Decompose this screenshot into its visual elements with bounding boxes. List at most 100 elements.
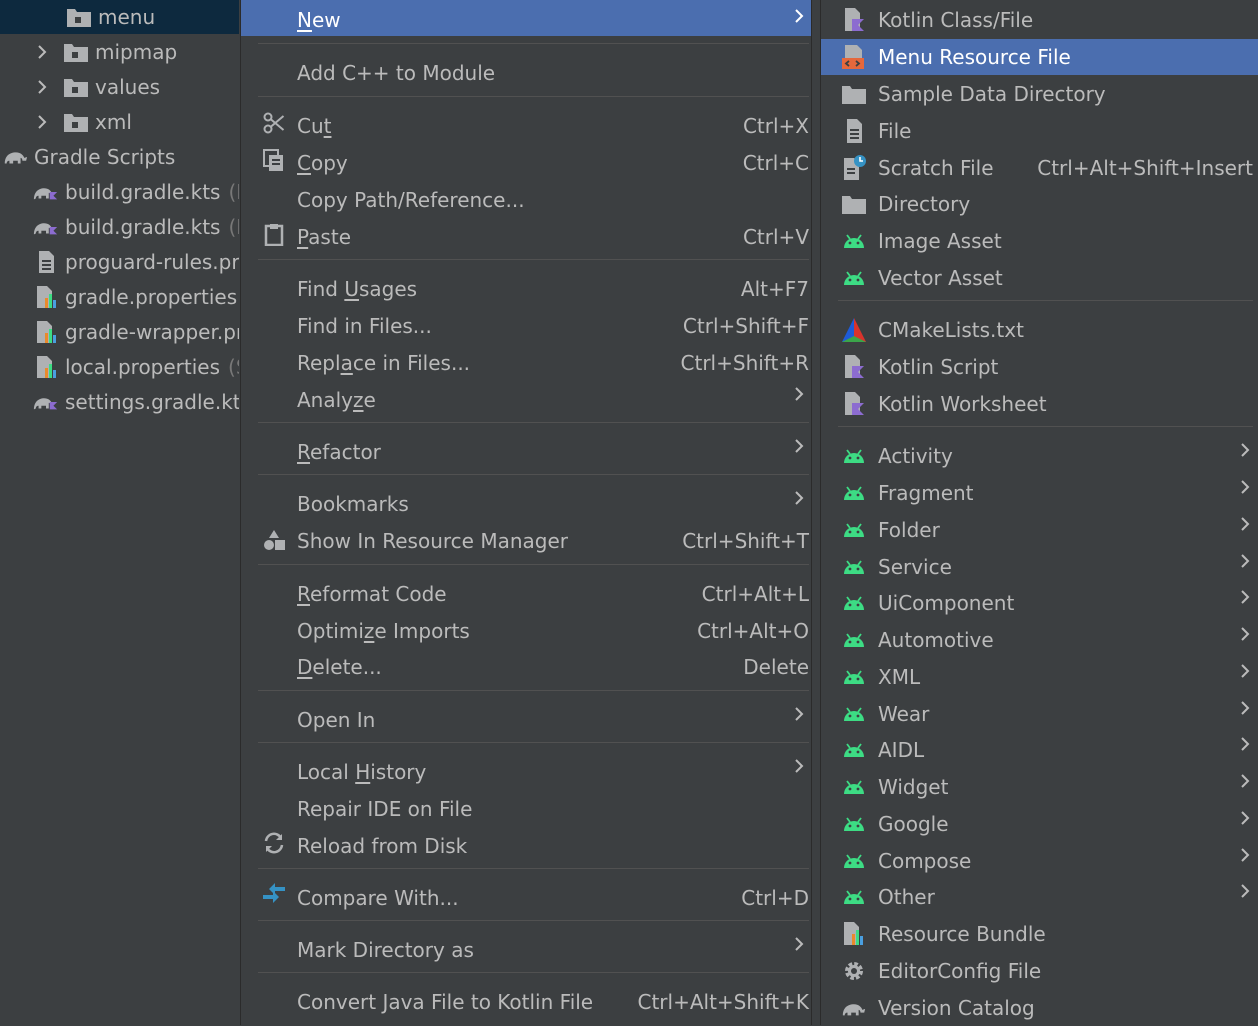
menu-item-local-history[interactable]: Local History xyxy=(241,754,811,790)
submenu-item-xml[interactable]: XML xyxy=(821,659,1258,695)
submenu-item-fragment[interactable]: Fragment xyxy=(821,475,1258,511)
submenu-item-other[interactable]: Other xyxy=(821,879,1258,915)
chevron-right-icon[interactable] xyxy=(35,44,49,59)
chevron-right-icon xyxy=(1239,848,1251,862)
submenu-item-sample-data-directory[interactable]: Sample Data Directory xyxy=(821,76,1258,112)
menu-item-add-cpp[interactable]: Add C++ to Module xyxy=(241,55,811,91)
android-icon xyxy=(841,443,867,469)
menu-item-optimize-imports[interactable]: Optimize Imports Ctrl+Alt+O xyxy=(241,613,811,649)
submenu-item-scratch-file[interactable]: Scratch File Ctrl+Alt+Shift+Insert xyxy=(821,150,1258,186)
submenu-item-service[interactable]: Service xyxy=(821,549,1258,585)
menu-item-label: Convert Java File to Kotlin File xyxy=(297,990,594,1014)
menu-item-compare-with[interactable]: Compare With... Ctrl+D xyxy=(241,880,811,916)
menu-item-paste[interactable]: Paste Ctrl+V xyxy=(241,219,811,255)
properties-icon xyxy=(33,355,59,379)
menu-item-reformat-code[interactable]: Reformat Code Ctrl+Alt+L xyxy=(241,576,811,612)
submenu-item-label: EditorConfig File xyxy=(878,959,1042,983)
submenu-item-label: Kotlin Class/File xyxy=(878,8,1034,32)
tree-item-menu[interactable]: menu xyxy=(0,0,239,34)
submenu-item-widget[interactable]: Widget xyxy=(821,769,1258,805)
menu-separator xyxy=(258,474,809,475)
mnemonic: H xyxy=(355,760,371,784)
menu-item-bookmarks[interactable]: Bookmarks xyxy=(241,486,811,522)
shortcut: Alt+F7 xyxy=(740,277,809,301)
menu-item-mark-directory[interactable]: Mark Directory as xyxy=(241,932,811,968)
tree-item-proguard[interactable]: proguard-rules.pro xyxy=(33,244,239,279)
submenu-item-google[interactable]: Google xyxy=(821,806,1258,842)
submenu-item-cmakelists-txt[interactable]: CMakeLists.txt xyxy=(821,312,1258,348)
submenu-item-file[interactable]: File xyxy=(821,113,1258,149)
submenu-item-kotlin-worksheet[interactable]: Kotlin Worksheet xyxy=(821,386,1258,422)
chevron-right-icon[interactable] xyxy=(35,79,49,94)
submenu-item-uicomponent[interactable]: UiComponent xyxy=(821,585,1258,621)
label-part: e Imports xyxy=(374,619,470,643)
menu-item-repair-ide[interactable]: Repair IDE on File xyxy=(241,791,811,827)
tree-item-mipmap[interactable]: mipmap xyxy=(35,34,177,69)
folder-icon xyxy=(63,75,89,99)
menu-item-find-in-files[interactable]: Find in Files... Ctrl+Shift+F xyxy=(241,308,811,344)
submenu-item-label: Folder xyxy=(878,518,940,542)
chevron-right-icon[interactable] xyxy=(35,114,49,129)
menu-item-delete[interactable]: Delete... Delete xyxy=(241,649,811,685)
menu-item-analyze[interactable]: Analyze xyxy=(241,382,811,418)
submenu-item-resource-bundle[interactable]: Resource Bundle xyxy=(821,916,1258,952)
mnemonic: R xyxy=(297,440,310,464)
submenu-item-label: UiComponent xyxy=(878,591,1015,615)
text-file-icon xyxy=(33,250,59,274)
submenu-item-image-asset[interactable]: Image Asset xyxy=(821,223,1258,259)
submenu-item-menu-resource-file[interactable]: Menu Resource File xyxy=(821,39,1258,75)
shortcut: Ctrl+Alt+L xyxy=(701,582,809,606)
menu-item-find-usages[interactable]: Find Usages Alt+F7 xyxy=(241,271,811,307)
submenu-item-version-catalog[interactable]: Version Catalog xyxy=(821,990,1258,1026)
submenu-item-label: AIDL xyxy=(878,738,925,762)
submenu-item-folder[interactable]: Folder xyxy=(821,512,1258,548)
submenu-item-aidl[interactable]: AIDL xyxy=(821,732,1258,768)
label-part: Local xyxy=(297,760,356,784)
menu-item-copy[interactable]: Copy Ctrl+C xyxy=(241,145,811,181)
submenu-item-wear[interactable]: Wear xyxy=(821,696,1258,732)
mnemonic: N xyxy=(297,8,312,32)
tree-item-gradle-scripts[interactable]: Gradle Scripts xyxy=(2,139,175,174)
submenu-item-editorconfig-file[interactable]: EditorConfig File xyxy=(821,953,1258,989)
properties-icon xyxy=(33,320,59,344)
menu-item-open-in[interactable]: Open In xyxy=(241,702,811,738)
android-icon xyxy=(841,664,867,690)
menu-item-replace-in-files[interactable]: Replace in Files... Ctrl+Shift+R xyxy=(241,345,811,381)
submenu-item-label: Widget xyxy=(878,775,949,799)
submenu-item-compose[interactable]: Compose xyxy=(821,843,1258,879)
menu-item-refactor[interactable]: Refactor xyxy=(241,434,811,470)
menu-separator xyxy=(838,426,1253,427)
menu-item-cut[interactable]: Cut Ctrl+X xyxy=(241,108,811,144)
tree-item-settings-gradle[interactable]: settings.gradle.kts xyxy=(33,384,239,419)
submenu-item-label: XML xyxy=(878,665,921,689)
menu-item-show-resource-manager[interactable]: Show In Resource Manager Ctrl+Shift+T xyxy=(241,523,811,559)
tree-item-gradle-wrapper-properties[interactable]: gradle-wrapper.pr xyxy=(33,314,239,349)
tree-item-values[interactable]: values xyxy=(35,69,160,104)
tree-item-label: values xyxy=(95,74,161,99)
submenu-item-directory[interactable]: Directory xyxy=(821,186,1258,222)
menu-item-label: Open In xyxy=(297,708,376,732)
chevron-right-icon xyxy=(793,491,805,505)
refresh-icon xyxy=(261,830,287,856)
submenu-item-kotlin-script[interactable]: Kotlin Script xyxy=(821,349,1258,385)
submenu-item-activity[interactable]: Activity xyxy=(821,438,1258,474)
submenu-item-automotive[interactable]: Automotive xyxy=(821,622,1258,658)
shortcut: Ctrl+D xyxy=(741,886,809,910)
submenu-item-kotlin-class-file[interactable]: Kotlin Class/File xyxy=(821,2,1258,38)
tree-item-build-gradle-module[interactable]: build.gradle.kts (M xyxy=(33,209,239,244)
submenu-item-vector-asset[interactable]: Vector Asset xyxy=(821,260,1258,296)
menu-item-reload-from-disk[interactable]: Reload from Disk xyxy=(241,828,811,864)
tree-item-gradle-properties[interactable]: gradle.properties ( xyxy=(33,279,239,314)
tree-item-local-properties[interactable]: local.properties (SI xyxy=(33,349,239,384)
mnemonic: D xyxy=(297,655,313,679)
tree-item-xml[interactable]: xml xyxy=(35,104,132,139)
menu-item-copy-path[interactable]: Copy Path/Reference... xyxy=(241,182,811,218)
menu-item-new[interactable]: New xyxy=(241,0,811,36)
label-part: opy xyxy=(310,151,348,175)
chevron-right-icon xyxy=(793,9,805,23)
tree-item-build-gradle-project[interactable]: build.gradle.kts (P xyxy=(33,174,239,209)
menu-item-label: Reformat Code xyxy=(297,582,447,606)
menu-item-convert-java[interactable]: Convert Java File to Kotlin File Ctrl+Al… xyxy=(241,984,811,1020)
submenu-item-label: Wear xyxy=(878,702,930,726)
submenu-item-label: Version Catalog xyxy=(878,996,1035,1020)
